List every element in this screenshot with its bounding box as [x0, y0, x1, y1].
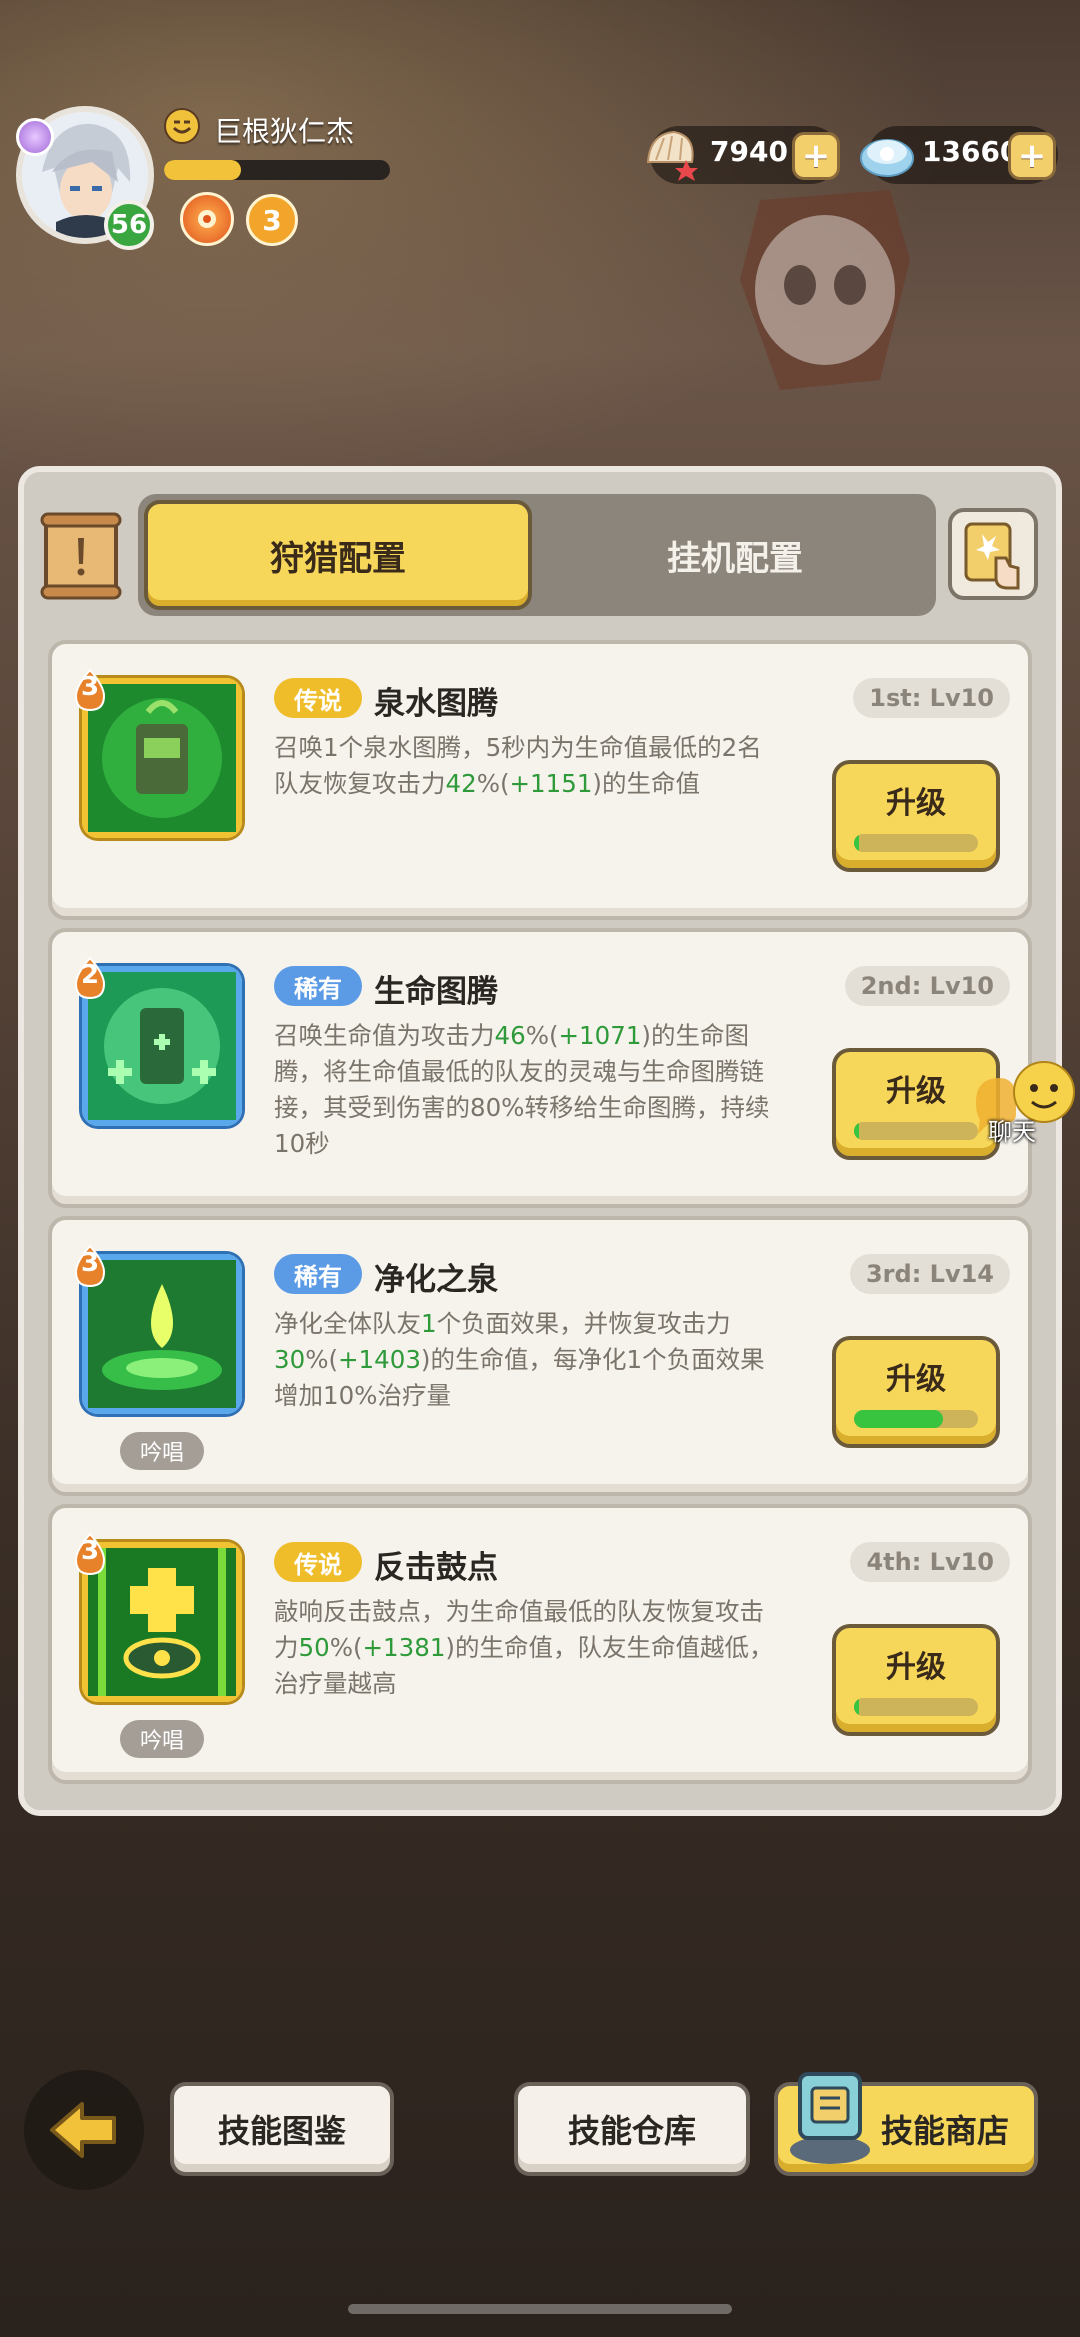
add-pearls-button[interactable]: + [1008, 132, 1056, 180]
skill-desc-segment: %( [525, 1021, 559, 1050]
skill-desc-segment: 净化全体队友 [274, 1309, 421, 1338]
upgrade-progress-bar [854, 1122, 978, 1140]
add-shells-button[interactable]: + [792, 132, 840, 180]
skill-desc-segment: +1403 [338, 1345, 421, 1374]
skull-decoration [740, 190, 910, 390]
skill-desc-segment: %( [476, 769, 510, 798]
skill-desc-segment: 个负面效果，并恢复攻击力 [436, 1309, 731, 1338]
skill-stack-badge: 2 [70, 956, 110, 1000]
skill-stack-badge: 3 [70, 1244, 110, 1288]
skill-codex-button[interactable]: 技能图鉴 [170, 2082, 394, 2176]
shells-value: 7940 [710, 135, 788, 168]
shop-stall-icon [790, 2072, 870, 2164]
rarity-badge: 稀有 [274, 1254, 362, 1294]
skill-name: 净化之泉 [374, 1262, 498, 1298]
avatar-frame-orb [16, 118, 54, 156]
upgrade-progress-bar [854, 1698, 978, 1716]
skill-stack-badge: 3 [70, 1532, 110, 1576]
upgrade-progress-bar [854, 834, 978, 852]
skill-desc-segment: 42 [445, 769, 477, 798]
tab-hunt-config[interactable]: 狩猎配置 [144, 500, 532, 610]
skill-name: 泉水图腾 [374, 686, 498, 722]
skill-description: 敲响反击鼓点，为生命值最低的队友恢复攻击力50%(+1381)的生命值，队友生命… [274, 1594, 774, 1702]
rarity-badge: 稀有 [274, 966, 362, 1006]
upgrade-label: 升级 [886, 1650, 946, 1685]
player-name: 巨根狄仁杰 [214, 115, 355, 148]
rarity-badge: 传说 [274, 678, 362, 718]
back-arrow-icon [50, 2102, 116, 2158]
skill-card[interactable]: 2 稀有 生命图腾 2nd: Lv10 召唤生命值为攻击力46%(+1071)的生命图腾… [48, 928, 1032, 1208]
upgrade-progress-bar [854, 1410, 978, 1428]
shell-star-icon [646, 130, 698, 181]
player-level-badge: 56 [104, 200, 154, 250]
skill-desc-segment: 召唤生命值为攻击力 [274, 1021, 495, 1050]
fountain-totem-icon [88, 684, 236, 832]
tap-hand-icon[interactable] [948, 508, 1038, 600]
scroll-icon[interactable] [38, 508, 126, 602]
upgrade-button[interactable]: 升级 [832, 760, 1000, 872]
upgrade-button[interactable]: 升级 [832, 1336, 1000, 1448]
upgrade-label: 升级 [886, 1362, 946, 1397]
skill-desc-segment: 50 [298, 1633, 330, 1662]
life-totem-icon [88, 972, 236, 1120]
exp-bar-fill [164, 160, 241, 180]
tab-idle-config[interactable]: 挂机配置 [540, 500, 930, 610]
skill-desc-segment: %( [305, 1345, 339, 1374]
skill-warehouse-button[interactable]: 技能仓库 [514, 2082, 750, 2176]
chant-tag: 吟唱 [120, 1720, 204, 1758]
exp-bar [164, 160, 390, 180]
skill-description: 召唤1个泉水图腾，5秒内为生命值最低的2名队友恢复攻击力42%(+1151)的生… [274, 730, 774, 802]
skill-stack-count: 3 [80, 1248, 100, 1278]
flame-badge-icon[interactable] [180, 192, 234, 246]
skill-rank-level: 2nd: Lv10 [844, 966, 1010, 1006]
skill-rank-level: 4th: Lv10 [850, 1542, 1010, 1582]
skill-rank-level: 3rd: Lv14 [849, 1254, 1010, 1294]
pearl-shell-icon [860, 139, 914, 177]
skill-stack-count: 2 [80, 960, 100, 990]
upgrade-progress-fill [854, 834, 859, 852]
skill-card[interactable]: 3 吟唱 传说 反击鼓点 4th: Lv10 敲响反击鼓点，为生命值最低的队友恢复攻击力5… [48, 1504, 1032, 1784]
back-button[interactable] [24, 2070, 144, 2190]
skill-desc-segment: +1381 [362, 1633, 446, 1662]
chat-label: 聊天 [988, 1118, 1036, 1146]
skill-description: 召唤生命值为攻击力46%(+1071)的生命图腾，将生命值最低的队友的灵魂与生命… [274, 1018, 774, 1162]
skill-desc-segment: 1 [421, 1309, 437, 1338]
purify-spring-icon [88, 1260, 236, 1408]
pearls-value: 13660 [922, 135, 1020, 168]
vip-badge-icon[interactable]: 3 [246, 194, 298, 246]
upgrade-label: 升级 [886, 786, 946, 821]
skill-stack-count: 3 [80, 1536, 100, 1566]
skill-name: 生命图腾 [374, 974, 498, 1010]
skill-desc-segment: 46 [494, 1021, 526, 1050]
skill-card[interactable]: 3 吟唱 稀有 净化之泉 3rd: Lv14 净化全体队友1个负面效果，并恢复攻击力 30%… [48, 1216, 1032, 1496]
skill-rank-level: 1st: Lv10 [853, 678, 1010, 718]
skill-desc-segment: +1151 [509, 769, 593, 798]
skill-name: 反击鼓点 [374, 1550, 498, 1586]
upgrade-progress-fill [854, 1410, 944, 1428]
upgrade-progress-fill [854, 1698, 859, 1716]
chant-tag: 吟唱 [120, 1432, 204, 1470]
skill-desc-segment: 30 [274, 1345, 306, 1374]
skill-desc-segment: %( [329, 1633, 363, 1662]
smile-emoji-icon [164, 108, 200, 144]
skill-desc-segment: +1071 [558, 1021, 642, 1050]
skill-description: 净化全体队友1个负面效果，并恢复攻击力30%(+1403)的生命值，每净化1个负… [274, 1306, 774, 1414]
counter-drum-icon [88, 1548, 236, 1696]
skill-desc-segment: )的生命值 [592, 769, 700, 798]
skill-shop-label: 技能商店 [880, 2112, 1009, 2150]
skill-stack-badge: 3 [70, 668, 110, 712]
upgrade-progress-fill [854, 1122, 859, 1140]
skill-card[interactable]: 3 传说 泉水图腾 1st: Lv10 召唤1个泉水图腾，5秒内为生命值最低的2名队友恢… [48, 640, 1032, 920]
upgrade-button[interactable]: 升级 [832, 1624, 1000, 1736]
home-indicator [348, 2304, 732, 2314]
skill-stack-count: 3 [80, 672, 100, 702]
rarity-badge: 传说 [274, 1542, 362, 1582]
